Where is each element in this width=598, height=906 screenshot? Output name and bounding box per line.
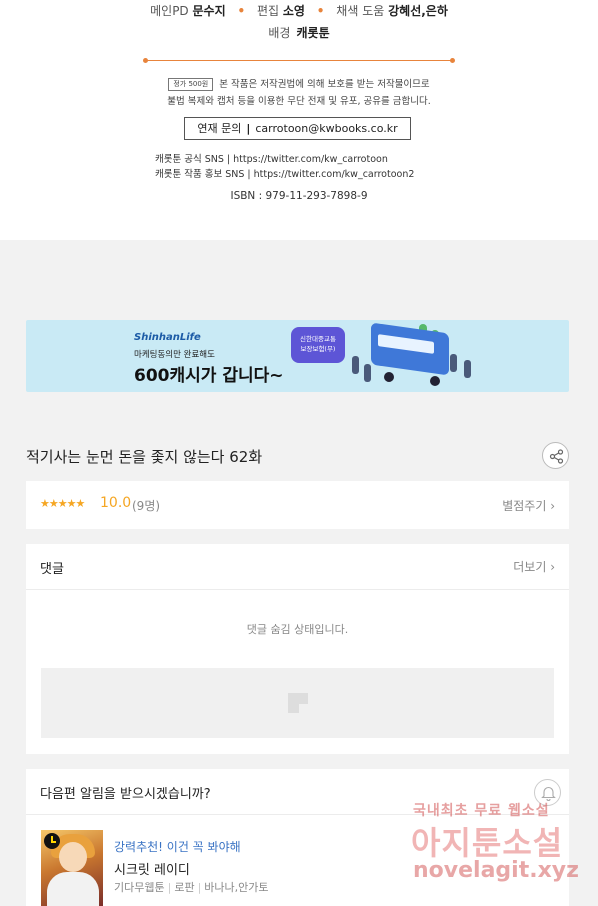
rating-count: (9명) [132, 499, 161, 513]
contact-email: carrotoon@kwbooks.co.kr [255, 122, 398, 135]
rating-card: ★★★★★ 10.0 (9명) 별점주기 › [26, 481, 569, 529]
main-pd-name: 문수지 [192, 4, 226, 18]
credits-line-background: 배경 캐롯툰 [0, 24, 598, 41]
price-badge: 정가 500원 [168, 78, 214, 91]
background-label: 배경 [268, 26, 291, 40]
isbn: ISBN : 979-11-293-7898-9 [230, 190, 368, 202]
bus-wheel [430, 376, 440, 386]
separator-dot: • [316, 4, 325, 18]
bell-icon [541, 786, 556, 801]
comments-card: 댓글 더보기 › 댓글 숨김 상태입니다. [26, 544, 569, 754]
person-illustration [352, 356, 359, 374]
credits-section: 메인PD 문수지 • 편집 소영 • 채색 도움 강혜선,은하 배경 캐롯툰 정가… [0, 0, 598, 240]
copyright-line-2: 불법 복제와 캡처 등을 이용한 무단 전재 및 유포, 공유를 금합니다. [167, 96, 431, 107]
comments-divider [26, 589, 569, 590]
share-button[interactable] [542, 442, 569, 469]
clock-icon [44, 833, 60, 849]
credits-divider [143, 58, 455, 63]
sns-links: 캐롯툰 공식 SNS | https://twitter.com/kw_carr… [155, 152, 414, 182]
contact-box: 연재 문의 | carrotoon@kwbooks.co.kr [184, 117, 411, 140]
main-pd-label: 메인PD [150, 4, 189, 18]
placeholder-icon [288, 693, 308, 713]
coloring-names: 강혜선,은하 [388, 4, 448, 18]
banner-badge-line-2: 보장보험(무) [300, 345, 336, 353]
sns-promo: 캐롯툰 작품 홍보 SNS | https://twitter.com/kw_c… [155, 169, 415, 180]
banner-badge-line-1: 신한대중교통 [300, 335, 336, 343]
background-name: 캐롯툰 [296, 26, 330, 40]
coloring-label: 채색 도움 [336, 4, 385, 18]
comments-header: 댓글 [40, 562, 64, 577]
next-episode-question: 다음편 알림을 받으시겠습니까? [40, 787, 211, 802]
person-illustration [464, 360, 471, 378]
episode-title: 적기사는 눈먼 돈을 좇지 않는다 62화 [26, 448, 263, 466]
recommended-authors: 바나나,안가토 [204, 881, 269, 894]
notification-button[interactable] [534, 779, 561, 806]
person-illustration [364, 364, 371, 382]
recommended-title[interactable]: 시크릿 레이디 [114, 859, 190, 878]
banner-badge: 신한대중교통 보장보험(무) [291, 327, 345, 363]
recommended-thumbnail[interactable] [41, 830, 103, 906]
editor-name: 소영 [282, 4, 305, 18]
banner-subtitle: 마케팅동의만 완료해도 [134, 350, 215, 360]
next-episode-divider [26, 814, 569, 815]
rate-button[interactable]: 별점주기 › [502, 497, 555, 514]
recommendation-promo[interactable]: 강력추천! 이건 꼭 봐야해 [114, 838, 241, 855]
recommended-genre: 로판 [174, 881, 195, 894]
recommended-meta: 기다무웹툰 | 로판 | 바나나,안가토 [114, 881, 269, 894]
contact-label: 연재 문의 [197, 122, 242, 135]
credits-line-staff: 메인PD 문수지 • 편집 소영 • 채색 도움 강혜선,은하 [0, 2, 598, 19]
bus-wheel [384, 372, 394, 382]
next-episode-card: 다음편 알림을 받으시겠습니까? 강력추천! 이건 꼭 봐야해 시크릿 레이디 … [26, 769, 569, 906]
banner-brand: ShinhanLife [134, 332, 201, 343]
copyright-line-1: 본 작품은 저작권법에 의해 보호를 받는 저작물이므로 [219, 79, 430, 90]
comments-hidden-notice: 댓글 숨김 상태입니다. [246, 623, 349, 636]
rating-stars: ★★★★★ [40, 497, 85, 510]
sns-official: 캐롯툰 공식 SNS | https://twitter.com/kw_carr… [155, 154, 388, 165]
recommended-publisher: 기다무웹툰 [114, 881, 165, 894]
banner-headline: 600캐시가 갑니다~ [134, 366, 284, 386]
copyright-notice: 정가 500원 본 작품은 저작권법에 의해 보호를 받는 저작물이므로 불법 복… [0, 76, 598, 110]
share-icon [549, 449, 564, 464]
comment-input-area[interactable] [41, 668, 554, 738]
comments-more-link[interactable]: 더보기 › [513, 558, 555, 575]
separator-dot: • [237, 4, 246, 18]
person-illustration [450, 354, 457, 372]
rating-score: 10.0 [100, 495, 132, 511]
editor-label: 편집 [256, 4, 280, 18]
ad-banner[interactable]: ShinhanLife 마케팅동의만 완료해도 600캐시가 갑니다~ 신한대중… [26, 320, 569, 392]
